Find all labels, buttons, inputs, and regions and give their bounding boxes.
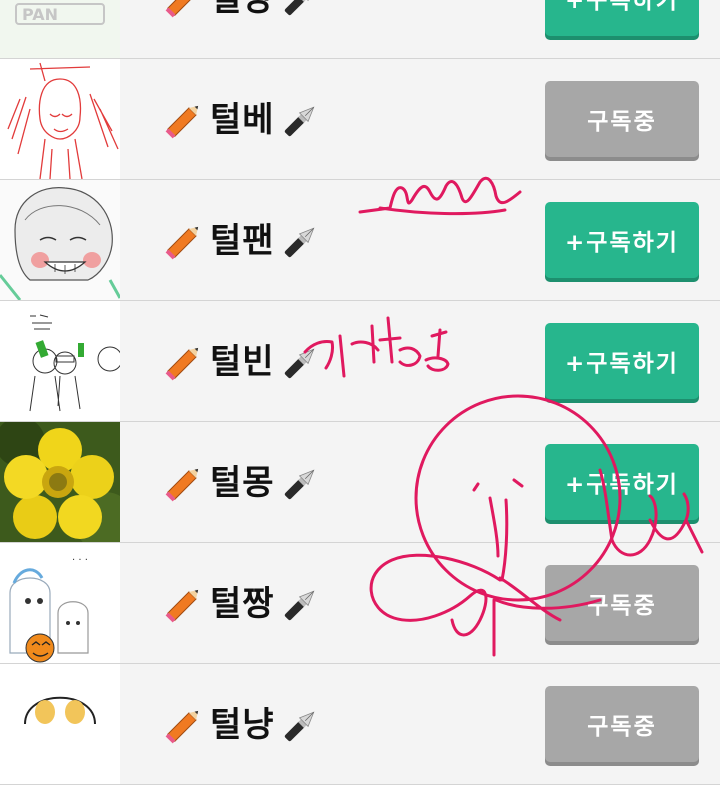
user-name-wrap: 털냥 [162, 0, 323, 24]
list-item[interactable]: 털빈 +구독하기 [0, 301, 720, 422]
user-name: 털팬 [210, 219, 275, 263]
user-name-wrap: 털베 [162, 95, 323, 145]
pencil-icon [162, 582, 206, 626]
pencil-icon [162, 98, 206, 142]
user-name: 털빈 [210, 340, 275, 384]
svg-text:· · ·: · · · [72, 555, 88, 566]
thumbnail-pan-logo[interactable]: PAN [0, 0, 120, 58]
list-item[interactable]: 털베 구독중 [0, 59, 720, 180]
list-item[interactable]: 털냥 구독중 [0, 664, 720, 785]
user-name: 털짱 [210, 582, 275, 626]
list-item[interactable]: PAN 털냥 +구독하기 [0, 0, 720, 59]
fountain-pen-icon [279, 219, 323, 263]
fountain-pen-icon [279, 703, 323, 747]
pencil-icon [162, 461, 206, 505]
subscribe-button[interactable]: +구독하기 [545, 202, 699, 278]
user-name: 털냥 [210, 703, 275, 747]
thumbnail-yellow-flower-photo[interactable] [0, 422, 120, 542]
subscribed-button[interactable]: 구독중 [545, 686, 699, 762]
fountain-pen-icon [279, 0, 323, 21]
user-name-wrap: 털몽 [162, 458, 323, 508]
user-name: 털베 [210, 98, 275, 142]
user-name: 털냥 [210, 0, 275, 21]
pencil-icon [162, 703, 206, 747]
fountain-pen-icon [279, 98, 323, 142]
pencil-icon [162, 219, 206, 263]
subscription-list: PAN 털냥 +구독하기 털베 [0, 0, 720, 785]
pan-logo-text: PAN [22, 5, 58, 24]
thumbnail-doodle-people[interactable] [0, 301, 120, 421]
user-name-wrap: 털냥 [162, 700, 323, 750]
pencil-icon [162, 340, 206, 384]
user-name-wrap: 털짱 [162, 579, 323, 629]
user-name-wrap: 털빈 [162, 337, 323, 387]
pencil-icon [162, 0, 206, 21]
user-name: 털몽 [210, 461, 275, 505]
subscribed-button[interactable]: 구독중 [545, 565, 699, 641]
list-item[interactable]: 털몽 +구독하기 [0, 422, 720, 543]
subscribe-button[interactable]: +구독하기 [545, 444, 699, 520]
list-item[interactable]: 털팬 +구독하기 [0, 180, 720, 301]
subscribed-button[interactable]: 구독중 [545, 81, 699, 157]
fountain-pen-icon [279, 340, 323, 384]
fountain-pen-icon [279, 582, 323, 626]
user-name-wrap: 털팬 [162, 216, 323, 266]
thumbnail-red-sketch-girl[interactable] [0, 59, 120, 179]
subscribe-button[interactable]: +구독하기 [545, 0, 699, 36]
thumbnail-smiling-face-sketch[interactable] [0, 180, 120, 300]
list-item[interactable]: · · · 털짱 구독중 [0, 543, 720, 664]
thumbnail-ghost-pumpkin[interactable]: · · · [0, 543, 120, 663]
thumbnail-round-face-sketch[interactable] [0, 664, 120, 784]
subscribe-button[interactable]: +구독하기 [545, 323, 699, 399]
fountain-pen-icon [279, 461, 323, 505]
